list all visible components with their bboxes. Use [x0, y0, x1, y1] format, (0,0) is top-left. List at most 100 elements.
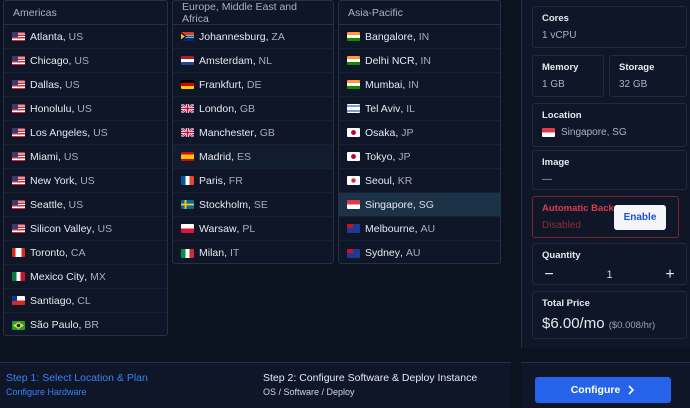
- city-option-stockholm[interactable]: Stockholm, SE: [173, 193, 333, 217]
- city-option-toronto[interactable]: Toronto, CA: [4, 241, 167, 265]
- city-option-silicon-valley[interactable]: Silicon Valley, US: [4, 217, 167, 241]
- city-option-new-york[interactable]: New York, US: [4, 169, 167, 193]
- city-option-atlanta[interactable]: Atlanta, US: [4, 25, 167, 49]
- city-option-delhi-ncr[interactable]: Delhi NCR, IN: [339, 49, 500, 73]
- city-option-sydney[interactable]: Sydney, AU: [339, 241, 500, 263]
- us-flag-icon: [12, 128, 25, 137]
- city-option-miami[interactable]: Miami, US: [4, 145, 167, 169]
- city-option-madrid[interactable]: Madrid, ES: [173, 145, 333, 169]
- city-option-london[interactable]: London, GB: [173, 97, 333, 121]
- city-option-milan[interactable]: Milan, IT: [173, 241, 333, 263]
- us-flag-icon: [12, 56, 25, 65]
- city-name: Honolulu: [30, 102, 72, 115]
- city-name: Santiago: [30, 294, 72, 307]
- country-code: BR: [84, 319, 99, 331]
- decrease-quantity-button[interactable]: −: [542, 266, 556, 284]
- nl-flag-icon: [181, 56, 194, 65]
- city-option-melbourne[interactable]: Melbourne, AU: [339, 217, 500, 241]
- country-code: IL: [406, 102, 416, 115]
- country-code: IN: [418, 30, 430, 43]
- city-name: Madrid: [199, 150, 232, 163]
- city-name: Mexico City: [30, 270, 85, 283]
- location-label: Location: [542, 110, 582, 121]
- city-option-honolulu[interactable]: Honolulu, US: [4, 97, 167, 121]
- country-code: JP: [398, 150, 411, 163]
- fr-flag-icon: [181, 176, 194, 185]
- country-code: GB: [239, 102, 256, 115]
- city-option-chicago[interactable]: Chicago, US: [4, 49, 167, 73]
- configure-button[interactable]: Configure: [535, 377, 671, 403]
- city-option-johannesburg[interactable]: Johannesburg, ZA: [173, 25, 333, 49]
- increase-quantity-button[interactable]: +: [663, 266, 677, 284]
- mx-flag-icon: [12, 272, 25, 281]
- in-flag-icon: [347, 80, 360, 89]
- city-name: Johannesburg: [199, 30, 266, 43]
- country-code: US: [97, 222, 113, 235]
- quantity-label: Quantity: [542, 250, 581, 261]
- city-name: Milan: [199, 247, 225, 259]
- sg-flag-icon: [347, 200, 360, 209]
- city-option-s-o-paulo[interactable]: São Paulo, BR: [4, 313, 167, 335]
- country-code: SE: [253, 198, 268, 211]
- image-label: Image: [542, 157, 570, 168]
- country-code: PL: [242, 222, 256, 235]
- city-option-manchester[interactable]: Manchester, GB: [173, 121, 333, 145]
- city-name: Delhi NCR: [365, 54, 415, 67]
- country-code: US: [68, 30, 84, 43]
- city-option-tel-aviv[interactable]: Tel Aviv, IL: [339, 97, 500, 121]
- step-2-subtitle: OS / Software / Deploy: [263, 387, 355, 397]
- price-value: $6.00/mo: [542, 315, 605, 332]
- configure-bar: Configure: [521, 362, 690, 408]
- total-price-card: Total Price $6.00/mo ($0.008/hr): [532, 291, 687, 339]
- city-name: Dallas: [30, 78, 60, 91]
- ca-flag-icon: [12, 248, 25, 257]
- memory-card: Memory 1 GB: [532, 55, 604, 97]
- city-option-santiago[interactable]: Santiago, CL: [4, 289, 167, 313]
- pl-flag-icon: [181, 224, 194, 233]
- city-option-seoul[interactable]: Seoul, KR: [339, 169, 500, 193]
- region-title: Americas: [4, 1, 167, 25]
- quantity-card: Quantity − 1 +: [532, 243, 687, 285]
- gb-flag-icon: [181, 128, 194, 137]
- step-2[interactable]: Step 2: Configure Software & Deploy Inst…: [263, 372, 477, 397]
- city-option-warsaw[interactable]: Warsaw, PL: [173, 217, 333, 241]
- memory-label: Memory: [542, 62, 579, 73]
- quantity-stepper: − 1 +: [542, 266, 677, 284]
- city-option-paris[interactable]: Paris, FR: [173, 169, 333, 193]
- city-name: New York: [30, 174, 75, 187]
- city-list-apac: Bangalore, IN Delhi NCR, IN Mumbai, IN Tel …: [339, 25, 500, 263]
- quantity-value[interactable]: 1: [606, 269, 612, 281]
- steps-bar: Step 1: Select Location & Plan Configure…: [0, 362, 511, 408]
- city-option-bangalore[interactable]: Bangalore, IN: [339, 25, 500, 49]
- city-name: São Paulo: [30, 319, 79, 331]
- city-option-mexico-city[interactable]: Mexico City, MX: [4, 265, 167, 289]
- country-code: US: [74, 54, 89, 67]
- price-row: $6.00/mo ($0.008/hr): [542, 315, 677, 332]
- city-name: Amsterdam: [199, 54, 253, 67]
- city-option-tokyo[interactable]: Tokyo, JP: [339, 145, 500, 169]
- city-option-mumbai[interactable]: Mumbai, IN: [339, 73, 500, 97]
- config-summary-panel: Cores 1 vCPU Memory 1 GB Storage 32 GB L…: [521, 0, 690, 348]
- chevron-right-icon: [628, 385, 635, 395]
- cl-flag-icon: [12, 296, 25, 305]
- city-option-singapore[interactable]: Singapore, SG: [339, 193, 500, 217]
- city-name: Atlanta: [30, 30, 63, 43]
- enable-backup-button[interactable]: Enable: [614, 205, 666, 230]
- step-1-subtitle: Configure Hardware: [6, 387, 87, 397]
- city-name: Manchester: [199, 126, 254, 139]
- step-1[interactable]: Step 1: Select Location & Plan Configure…: [6, 372, 148, 397]
- city-name: London: [199, 102, 235, 115]
- city-option-amsterdam[interactable]: Amsterdam, NL: [173, 49, 333, 73]
- image-value: —: [542, 174, 552, 185]
- city-option-osaka[interactable]: Osaka, JP: [339, 121, 500, 145]
- city-option-frankfurt[interactable]: Frankfurt, DE: [173, 73, 333, 97]
- jp-flag-icon: [347, 128, 360, 137]
- country-code: ZA: [271, 30, 285, 43]
- location-card: Location Singapore, SG: [532, 103, 687, 147]
- city-option-los-angeles[interactable]: Los Angeles, US: [4, 121, 167, 145]
- city-option-dallas[interactable]: Dallas, US: [4, 73, 167, 97]
- us-flag-icon: [12, 104, 25, 113]
- city-option-seattle[interactable]: Seattle, US: [4, 193, 167, 217]
- price-hourly: ($0.008/hr): [608, 320, 656, 331]
- us-flag-icon: [12, 200, 25, 209]
